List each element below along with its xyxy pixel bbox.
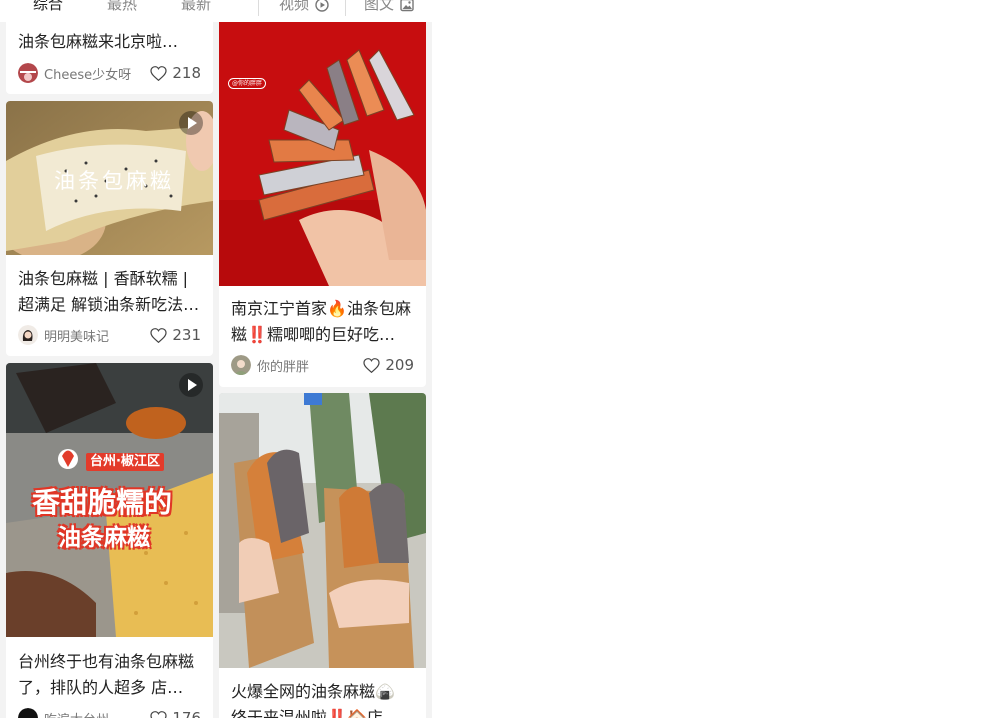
like-count: 231 <box>172 326 201 344</box>
tab-video-label: 视频 <box>279 0 310 13</box>
cover-text: 油条包麻糍 <box>54 169 174 193</box>
double-exclamation-icon: ‼️ <box>247 325 267 344</box>
author-name[interactable]: Cheese少女呀 <box>44 64 150 83</box>
heart-icon <box>150 65 167 81</box>
tab-image-text[interactable]: 图文 <box>364 0 414 15</box>
tab-hottest[interactable]: 最热 <box>107 0 137 15</box>
note-cover-image[interactable]: @你的胖胖 <box>219 0 426 286</box>
note-card[interactable]: 台州·椒江区 香甜脆糯的 油条麻糍 台州终于也有油条包麻糍了，排队的人超多 店…… <box>6 363 213 718</box>
heart-icon <box>150 710 167 718</box>
cover-headline: 香甜脆糯的 <box>32 486 173 519</box>
like-button[interactable]: 209 <box>363 356 414 374</box>
like-count: 209 <box>385 356 414 374</box>
tab-divider <box>345 0 346 16</box>
note-cover-image[interactable] <box>219 393 426 668</box>
video-play-icon <box>179 373 203 397</box>
note-title: 南京江宁首家🔥油条包麻糍‼️糯唧唧的巨好吃… <box>231 299 411 344</box>
tab-video[interactable]: 视频 <box>279 0 329 15</box>
author-name[interactable]: 你的胖胖 <box>257 356 363 375</box>
tab-divider <box>258 0 259 16</box>
image-icon <box>400 0 414 11</box>
note-card[interactable]: @你的胖胖 南京江宁首家🔥油条包麻糍‼️糯唧唧的巨好吃… 你的胖胖 209 <box>219 0 426 387</box>
tab-latest[interactable]: 最新 <box>181 0 211 15</box>
cover-brand-badge: @你的胖胖 <box>228 78 267 89</box>
search-filter-bar: 综合 最热 最新 视频 图文 <box>0 0 432 22</box>
tab-general[interactable]: 综合 <box>33 0 63 15</box>
like-count: 176 <box>172 709 201 718</box>
note-title: 火爆全网的油条麻糍🍙 终于来温州啦‼️🏠店… <box>231 679 416 718</box>
note-title: 油条包麻糍来北京啦… <box>18 32 179 51</box>
avatar[interactable] <box>18 708 38 718</box>
heart-icon <box>150 327 167 343</box>
author-name[interactable]: 明明美味记 <box>44 326 150 345</box>
avatar[interactable] <box>18 63 38 83</box>
search-results-feed: 油条包麻糍来北京啦… Cheese少女呀 218 油条包麻糍 油条包麻糍 | 香… <box>0 0 432 718</box>
note-title: 台州终于也有油条包麻糍了，排队的人超多 店… <box>18 652 195 697</box>
note-title: 油条包麻糍 | 香酥软糯 | 超满足 解锁油条新吃法… <box>18 269 200 314</box>
video-play-icon <box>179 111 203 135</box>
like-button[interactable]: 176 <box>150 709 201 718</box>
tab-image-text-label: 图文 <box>364 0 395 13</box>
rice-ball-emoji-icon: 🍙 <box>375 682 395 701</box>
cover-location-tag: 台州·椒江区 <box>86 453 164 471</box>
play-circle-icon <box>315 0 329 12</box>
avatar[interactable] <box>18 325 38 345</box>
note-card[interactable]: 油条包麻糍 油条包麻糍 | 香酥软糯 | 超满足 解锁油条新吃法… 明明美味记 … <box>6 101 213 356</box>
like-button[interactable]: 218 <box>150 64 201 82</box>
note-cover-image[interactable]: 台州·椒江区 香甜脆糯的 油条麻糍 <box>6 363 213 637</box>
like-button[interactable]: 231 <box>150 326 201 344</box>
author-name[interactable]: 吃遍大台州 <box>44 709 150 718</box>
note-card[interactable]: 火爆全网的油条麻糍🍙 终于来温州啦‼️🏠店… <box>219 393 426 718</box>
fire-emoji-icon: 🔥 <box>327 299 347 318</box>
double-exclamation-icon: ‼️ <box>327 708 347 718</box>
house-emoji-icon: 🏠 <box>346 708 367 718</box>
heart-icon <box>363 357 380 373</box>
cover-headline: 油条麻糍 <box>58 525 150 551</box>
note-cover-image[interactable]: 油条包麻糍 <box>6 101 213 255</box>
like-count: 218 <box>172 64 201 82</box>
avatar[interactable] <box>231 355 251 375</box>
